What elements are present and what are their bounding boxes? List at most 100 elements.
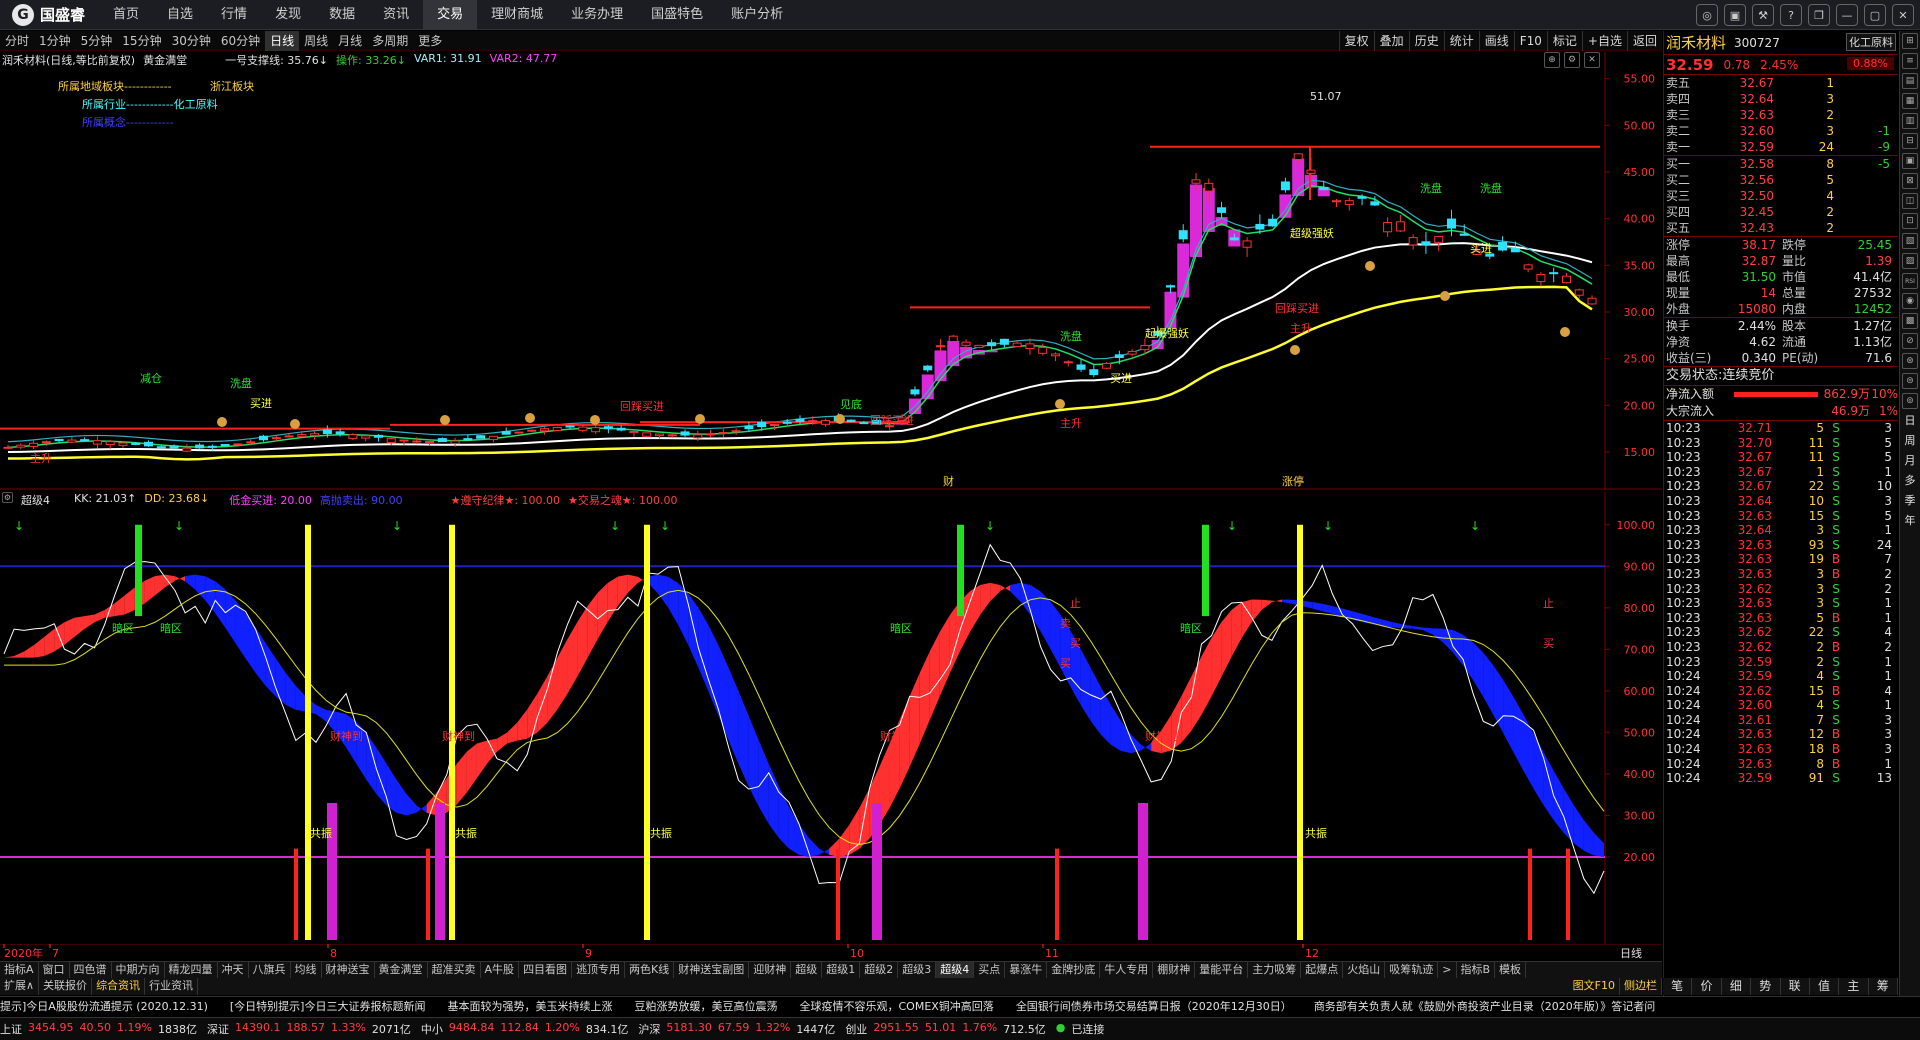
index-item[interactable]: 上证 3454.95 40.50 1.19% 1838亿	[0, 1021, 197, 1037]
indicator-tab[interactable]: 超级3	[898, 962, 937, 978]
help-icon[interactable]: ?	[1780, 4, 1802, 26]
nav-7[interactable]: 理财商城	[477, 0, 557, 30]
period-shortcut[interactable]: 季	[1905, 493, 1916, 509]
side-tool-icon[interactable]: ▣	[1902, 153, 1918, 169]
side-tool-icon[interactable]: RSI	[1902, 273, 1918, 289]
news-item[interactable]: 商务部有关负责人就《鼓励外商投资产业目录（2020年版）》答记者问	[1314, 997, 1656, 1016]
indicator-tab[interactable]: 超级4	[936, 962, 975, 978]
maximize-icon[interactable]: ▢	[1864, 4, 1886, 26]
period-shortcut[interactable]: 多	[1905, 473, 1916, 489]
index-item[interactable]: 沪深 5181.30 67.59 1.32% 1447亿	[638, 1021, 835, 1037]
indicator-tab[interactable]: >	[1438, 962, 1457, 978]
ext-tab[interactable]: 综合资讯	[92, 978, 146, 995]
indicator-tab[interactable]: 起爆点	[1301, 962, 1344, 978]
indicator-tab[interactable]: 四目看图	[519, 962, 573, 978]
side-tool-icon[interactable]: ⊜	[1902, 373, 1918, 389]
indicator-tab[interactable]: 金牌抄底	[1047, 962, 1101, 978]
period-9[interactable]: 多周期	[367, 31, 413, 51]
indicator-tab[interactable]: 均线	[291, 962, 322, 978]
indicator-tab[interactable]: 四色谱	[70, 962, 112, 978]
news-item[interactable]: 基本面较为强势，美玉米持续上涨	[447, 997, 612, 1016]
settings-icon[interactable]: ⚙	[2, 492, 13, 503]
tool-1[interactable]: 叠加	[1373, 31, 1409, 51]
indicator-tab[interactable]: 指标A	[0, 962, 39, 978]
indicator-tab[interactable]: 量能平台	[1195, 962, 1249, 978]
side-tool-icon[interactable]: ⊚	[1902, 393, 1918, 409]
indicator-chart[interactable]: 20.00 30.00 40.00 50.00 60.00 70.00 80.00 90.00…	[0, 492, 1662, 944]
quote-tab[interactable]: 势	[1751, 978, 1781, 995]
indicator-tab[interactable]: 财神送宝	[322, 962, 375, 978]
tool-2[interactable]: 历史	[1408, 31, 1444, 51]
restore-icon[interactable]: ❐	[1808, 4, 1830, 26]
indicator-tab[interactable]: 吸筹轨迹	[1385, 962, 1439, 978]
news-item[interactable]: 全球疫情不容乐观，COMEX铜冲高回落	[799, 997, 993, 1016]
close-icon[interactable]: ✕	[1892, 4, 1914, 26]
f10-tab[interactable]: 图文F10	[1569, 978, 1620, 995]
quote-tab[interactable]: 细	[1722, 978, 1752, 995]
period-5[interactable]: 60分钟	[216, 31, 265, 51]
nav-4[interactable]: 数据	[315, 0, 369, 30]
quote-tab[interactable]: 值	[1810, 978, 1840, 995]
nav-10[interactable]: 账户分析	[717, 0, 797, 30]
side-tool-icon[interactable]: ▩	[1902, 313, 1918, 329]
side-tool-icon[interactable]: ◉	[1902, 293, 1918, 309]
indicator-name[interactable]: 黄金满堂	[143, 52, 187, 68]
tool-5[interactable]: F10	[1513, 31, 1547, 51]
side-tool-icon[interactable]: ⊡	[1902, 213, 1918, 229]
period-shortcut[interactable]: 年	[1905, 513, 1916, 529]
tools-icon[interactable]: ⚒	[1752, 4, 1774, 26]
nav-2[interactable]: 行情	[207, 0, 261, 30]
side-tool-icon[interactable]: ◫	[1902, 193, 1918, 209]
tool-7[interactable]: +自选	[1581, 31, 1627, 51]
period-shortcut[interactable]: 日	[1905, 413, 1916, 429]
close-icon[interactable]: ✕	[1584, 52, 1600, 68]
index-item[interactable]: 中小 9484.84 112.84 1.20% 834.1亿	[421, 1021, 628, 1037]
index-item[interactable]: 创业 2951.55 51.01 1.76% 712.5亿	[845, 1021, 1045, 1037]
side-tool-icon[interactable]: ▥	[1902, 113, 1918, 129]
indicator-tab[interactable]: 逃顶专用	[572, 962, 626, 978]
indicator-tab[interactable]: 超级2	[860, 962, 899, 978]
side-tool-icon[interactable]: ≡	[1902, 53, 1918, 69]
side-tool-icon[interactable]: ⊟	[1902, 133, 1918, 149]
indicator-tab[interactable]: 中期方向	[112, 962, 165, 978]
period-3[interactable]: 15分钟	[117, 31, 166, 51]
sector-badge[interactable]: 化工原料	[1846, 33, 1896, 51]
sub-indicator-name[interactable]: 超级4	[21, 492, 50, 508]
period-10[interactable]: 更多	[413, 31, 447, 51]
ext-tab[interactable]: 扩展∧	[0, 978, 40, 995]
period-2[interactable]: 5分钟	[76, 31, 118, 51]
news-item[interactable]: 全国银行间债券市场交易结算日报（2020年12月30日）	[1016, 997, 1292, 1016]
side-tool-icon[interactable]: ⊞	[1902, 33, 1918, 49]
nav-8[interactable]: 业务办理	[557, 0, 637, 30]
tool-8[interactable]: 返回	[1626, 31, 1662, 51]
nav-1[interactable]: 自选	[153, 0, 207, 30]
kline-chart[interactable]: 15.00 20.00 25.00 30.00 35.00 40.00 45.00 50.00…	[0, 52, 1662, 490]
tool-0[interactable]: 复权	[1338, 31, 1374, 51]
nav-0[interactable]: 首页	[99, 0, 153, 30]
side-tool-icon[interactable]: ⊠	[1902, 173, 1918, 189]
nav-9[interactable]: 国盛特色	[637, 0, 717, 30]
period-6[interactable]: 日线	[265, 30, 300, 51]
indicator-tab[interactable]: 超准买卖	[428, 962, 481, 978]
indicator-tab[interactable]: 迎财神	[749, 962, 792, 978]
indicator-tab[interactable]: 主力吸筹	[1248, 962, 1302, 978]
period-1[interactable]: 1分钟	[34, 31, 76, 51]
quote-tab[interactable]: 联	[1781, 978, 1810, 995]
indicator-tab[interactable]: 八旗兵	[249, 962, 291, 978]
nav-6[interactable]: 交易	[423, 0, 478, 30]
tool-3[interactable]: 统计	[1443, 31, 1479, 51]
skin-icon[interactable]: ▣	[1724, 4, 1746, 26]
period-shortcut[interactable]: 月	[1905, 453, 1916, 469]
indicator-tab[interactable]: 棚财神	[1153, 962, 1196, 978]
ext-tab[interactable]: 行业资讯	[145, 978, 199, 995]
indicator-tab[interactable]: A牛股	[481, 962, 520, 978]
indicator-tab[interactable]: 超级	[791, 962, 823, 978]
zoom-in-icon[interactable]: ⊕	[1544, 52, 1560, 68]
ext-tab[interactable]: 关联报价	[39, 978, 93, 995]
nav-5[interactable]: 资讯	[369, 0, 423, 30]
indicator-tab[interactable]: 火焰山	[1343, 962, 1386, 978]
tool-6[interactable]: 标记	[1546, 31, 1582, 51]
sidebar-tab[interactable]: 侧边栏	[1620, 978, 1662, 995]
nav-3[interactable]: 发现	[261, 0, 315, 30]
indicator-tab[interactable]: 财神送宝副图	[674, 962, 750, 978]
